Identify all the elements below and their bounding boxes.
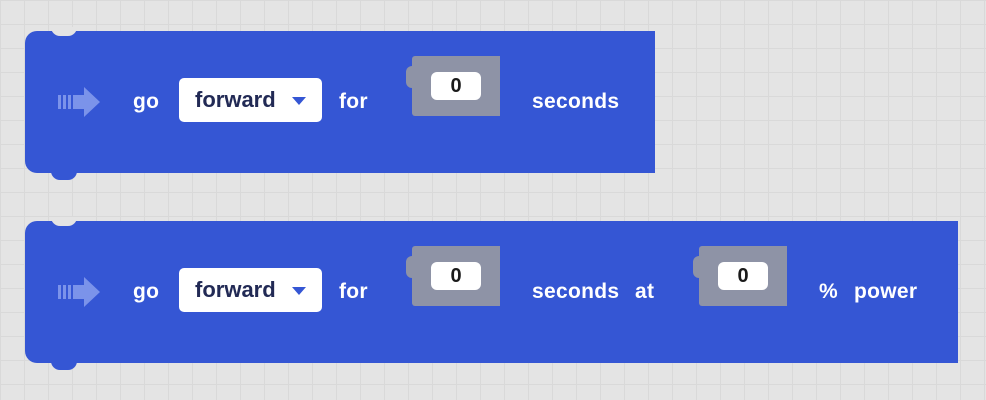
direction-dropdown[interactable]: forward: [179, 268, 322, 312]
seconds-socket: [406, 56, 500, 116]
block-top-notch: [51, 27, 77, 36]
seconds-label: seconds: [532, 280, 620, 303]
direction-dropdown-value: forward: [195, 277, 276, 302]
blocks-workspace: go forward for seconds go forward for: [0, 0, 986, 400]
seconds-input[interactable]: [431, 262, 481, 290]
drive-for-seconds-at-power-block[interactable]: go forward for seconds at % power: [25, 217, 958, 370]
go-label: go: [133, 90, 160, 113]
drive-arrow-icon: [58, 87, 100, 117]
block-bottom-tab: [51, 171, 77, 180]
block-top-notch: [51, 217, 77, 226]
power-socket: [693, 246, 787, 306]
socket-puzzle-tab: [406, 256, 416, 278]
seconds-socket: [406, 246, 500, 306]
go-label: go: [133, 280, 160, 303]
at-label: at: [635, 280, 655, 303]
caret-down-icon: [292, 97, 306, 105]
drive-arrow-icon: [58, 277, 100, 307]
drive-for-seconds-block[interactable]: go forward for seconds: [25, 27, 655, 180]
socket-puzzle-tab: [693, 256, 703, 278]
direction-dropdown-value: forward: [195, 87, 276, 112]
power-label: power: [854, 280, 918, 303]
caret-down-icon: [292, 287, 306, 295]
for-label: for: [339, 90, 368, 113]
socket-puzzle-tab: [406, 66, 416, 88]
seconds-input[interactable]: [431, 72, 481, 100]
for-label: for: [339, 280, 368, 303]
percent-label: %: [819, 280, 838, 303]
power-input[interactable]: [718, 262, 768, 290]
block-bottom-tab: [51, 361, 77, 370]
direction-dropdown[interactable]: forward: [179, 78, 322, 122]
seconds-label: seconds: [532, 90, 620, 113]
